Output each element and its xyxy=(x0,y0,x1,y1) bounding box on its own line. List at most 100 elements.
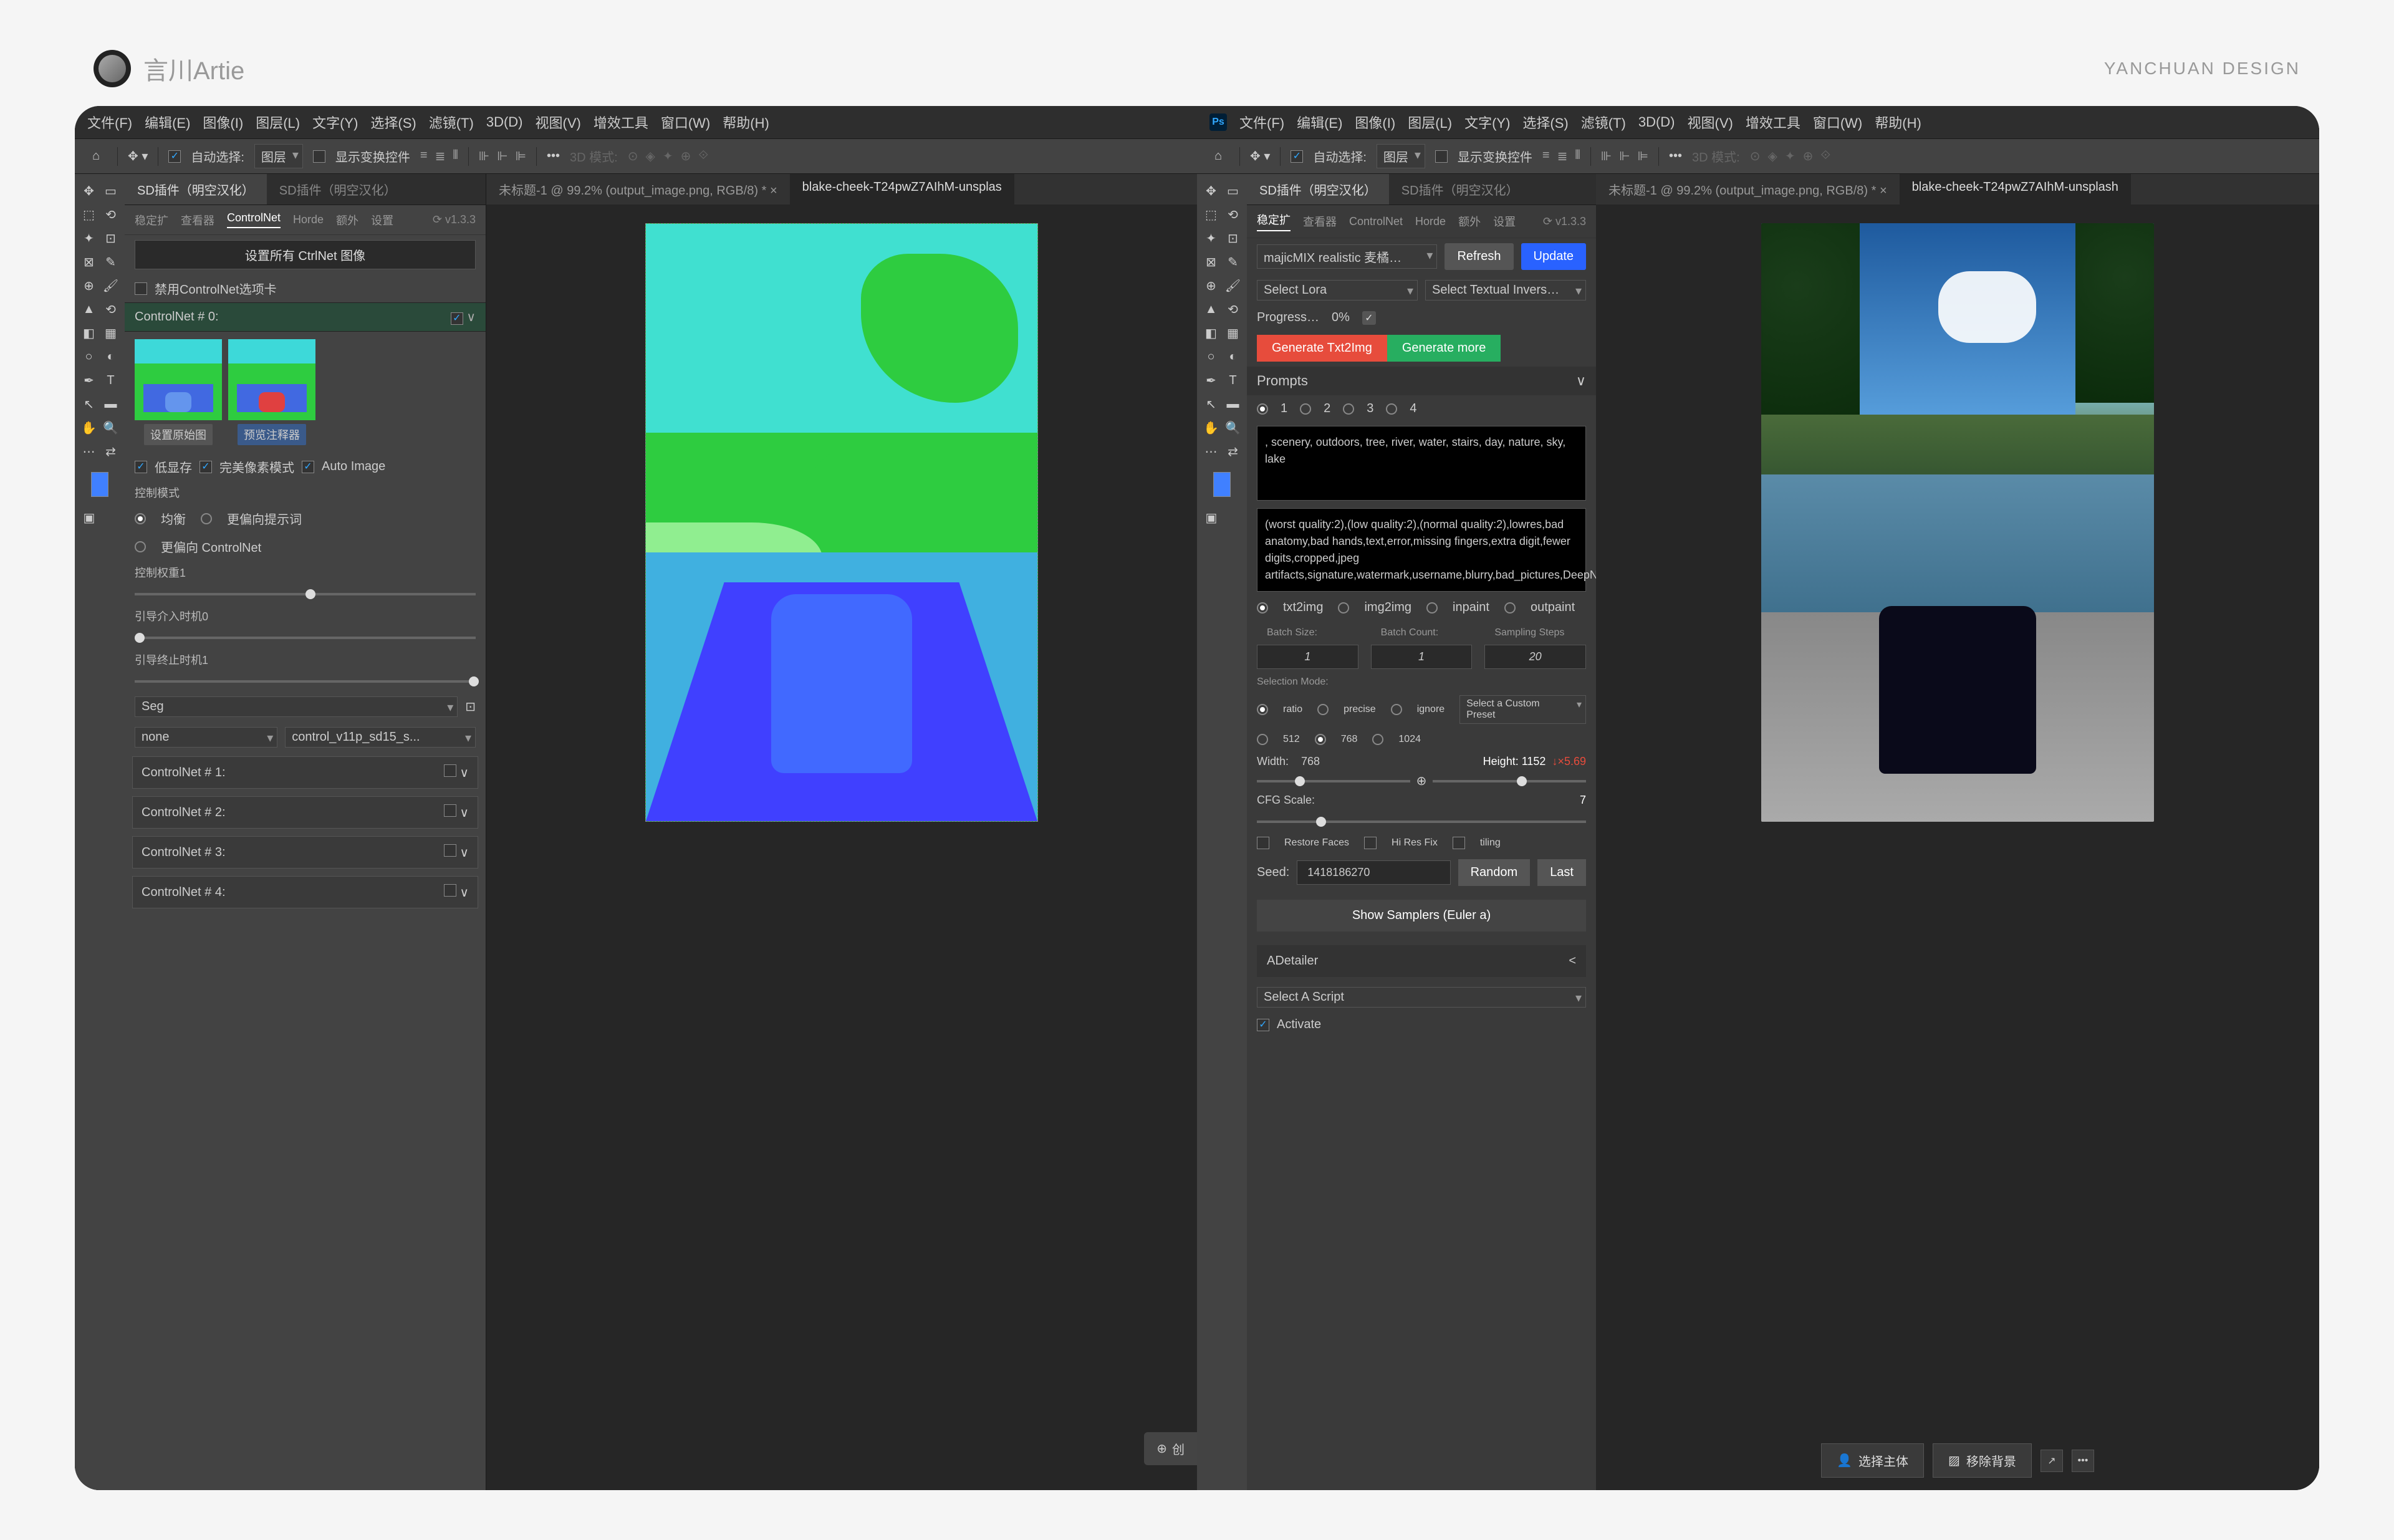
share-icon[interactable]: ↗ xyxy=(2041,1450,2063,1472)
show-transform-checkbox[interactable] xyxy=(1435,150,1448,163)
eyedropper-tool-icon[interactable]: ✎ xyxy=(1223,251,1243,272)
menu-file[interactable]: 文件(F) xyxy=(87,112,132,132)
set-all-ctrlnet-button[interactable]: 设置所有 CtrlNet 图像 xyxy=(135,240,476,269)
negative-prompt-input[interactable]: (worst quality:2),(low quality:2),(norma… xyxy=(1257,508,1586,592)
inpaint-radio[interactable] xyxy=(1426,602,1438,614)
generate-txt2img-button[interactable]: Generate Txt2Img xyxy=(1257,335,1387,362)
more-icon[interactable]: ••• xyxy=(2072,1450,2094,1472)
menu-plugins[interactable]: 增效工具 xyxy=(1746,112,1800,132)
cn4-item[interactable]: ControlNet # 4: ∨ xyxy=(132,876,478,908)
artboard-tool-icon[interactable]: ▭ xyxy=(100,180,121,201)
menu-window[interactable]: 窗口(W) xyxy=(1813,112,1862,132)
brush-tool-icon[interactable]: 🖌 xyxy=(100,275,121,296)
ellipsis-icon[interactable]: ⋯ xyxy=(79,441,99,462)
align-icon[interactable]: ≡ xyxy=(420,148,428,164)
align-icon[interactable]: ≣ xyxy=(435,148,446,164)
menu-help[interactable]: 帮助(H) xyxy=(1875,112,1921,132)
dodge-tool-icon[interactable]: ◐ xyxy=(100,346,121,367)
menu-type[interactable]: 文字(Y) xyxy=(1464,112,1510,132)
cn0-enable-checkbox[interactable] xyxy=(451,312,463,325)
menu-filter[interactable]: 滤镜(T) xyxy=(1581,112,1626,132)
cn1-item[interactable]: ControlNet # 1: ∨ xyxy=(132,756,478,789)
subtab-viewer[interactable]: 查看器 xyxy=(181,212,214,228)
lasso-tool-icon[interactable]: ⟲ xyxy=(1223,204,1243,225)
align-icon[interactable]: ⫴ xyxy=(1575,148,1580,164)
more-icon[interactable]: ••• xyxy=(1669,149,1682,163)
menu-type[interactable]: 文字(Y) xyxy=(312,112,358,132)
move-tool-icon[interactable]: ✥ ▾ xyxy=(1250,148,1270,164)
align-icon[interactable]: ≡ xyxy=(1542,148,1550,164)
frame-tool-icon[interactable]: ⊠ xyxy=(1201,251,1221,272)
doc-tab-1[interactable]: 未标题-1 @ 99.2% (output_image.png, RGB/8) … xyxy=(486,174,790,205)
mode-prompt-radio[interactable] xyxy=(201,513,212,524)
ignore-radio[interactable] xyxy=(1391,704,1402,715)
custom-preset-select[interactable]: Select a Custom Preset xyxy=(1459,695,1586,724)
zoom-tool-icon[interactable]: 🔍 xyxy=(1223,417,1243,438)
crop-tool-icon[interactable]: ⊡ xyxy=(100,228,121,249)
home-icon[interactable]: ⌂ xyxy=(1207,145,1229,168)
seed-input[interactable]: 1418186270 xyxy=(1297,860,1450,885)
menu-layer[interactable]: 图层(L) xyxy=(1408,112,1452,132)
menu-select[interactable]: 选择(S) xyxy=(370,112,416,132)
layer-select[interactable]: 图层 xyxy=(1377,144,1425,168)
plugin-tab-2[interactable]: SD插件（明空汉化） xyxy=(1389,174,1531,205)
menu-edit[interactable]: 编辑(E) xyxy=(145,112,190,132)
steps-input[interactable]: 20 xyxy=(1484,645,1586,669)
hires-fix-checkbox[interactable] xyxy=(1364,837,1377,849)
plugin-tab-1[interactable]: SD插件（明空汉化） xyxy=(125,174,267,205)
menu-filter[interactable]: 滤镜(T) xyxy=(429,112,474,132)
gradient-tool-icon[interactable]: ▦ xyxy=(1223,322,1243,344)
frame-tool-icon[interactable]: ⊠ xyxy=(79,251,99,272)
stamp-tool-icon[interactable]: ▲ xyxy=(1201,299,1221,320)
model-select[interactable]: majicMIX realistic 麦橘… xyxy=(1257,244,1437,269)
prompt-slot-1[interactable] xyxy=(1257,403,1268,415)
low-vram-checkbox[interactable] xyxy=(135,461,147,473)
auto-image-checkbox[interactable] xyxy=(302,461,314,473)
pen-tool-icon[interactable]: ✒ xyxy=(79,370,99,391)
doc-tab-2[interactable]: blake-cheek-T24pwZ7AIhM-unsplash xyxy=(1900,174,2131,205)
menu-select[interactable]: 选择(S) xyxy=(1522,112,1568,132)
move-tool-icon[interactable]: ✥ xyxy=(1201,180,1221,201)
history-brush-icon[interactable]: ⟲ xyxy=(1223,299,1243,320)
marquee-tool-icon[interactable]: ⬚ xyxy=(79,204,99,225)
script-select[interactable]: Select A Script xyxy=(1257,987,1586,1008)
healing-tool-icon[interactable]: ⊕ xyxy=(79,275,99,296)
edit-toolbar-icon[interactable]: ⇄ xyxy=(1223,441,1243,462)
menu-file[interactable]: 文件(F) xyxy=(1239,112,1284,132)
path-tool-icon[interactable]: ↖ xyxy=(1201,393,1221,415)
preprocessor2-select[interactable]: none xyxy=(135,727,277,748)
txt2img-radio[interactable] xyxy=(1257,602,1268,614)
quickmask-icon[interactable]: ▣ xyxy=(1201,507,1222,528)
menu-image[interactable]: 图像(I) xyxy=(1355,112,1395,132)
img2img-radio[interactable] xyxy=(1338,602,1349,614)
preprocessor-select[interactable]: Seg xyxy=(135,696,458,717)
path-tool-icon[interactable]: ↖ xyxy=(79,393,99,415)
subtab-horde[interactable]: Horde xyxy=(293,213,324,226)
gradient-tool-icon[interactable]: ▦ xyxy=(100,322,121,344)
menu-view[interactable]: 视图(V) xyxy=(1688,112,1733,132)
tiling-checkbox[interactable] xyxy=(1453,837,1465,849)
subtab-viewer[interactable]: 查看器 xyxy=(1303,213,1337,229)
shape-tool-icon[interactable]: ▬ xyxy=(100,393,121,415)
res-512-radio[interactable] xyxy=(1257,734,1268,745)
doc-tab-2[interactable]: blake-cheek-T24pwZ7AIhM-unsplas xyxy=(790,174,1014,205)
eraser-tool-icon[interactable]: ◧ xyxy=(79,322,99,344)
home-icon[interactable]: ⌂ xyxy=(85,145,107,168)
stamp-tool-icon[interactable]: ▲ xyxy=(79,299,99,320)
subtab-controlnet[interactable]: ControlNet xyxy=(227,211,281,228)
distribute-icon[interactable]: ⊫ xyxy=(516,148,526,164)
select-subject-button[interactable]: 👤 选择主体 xyxy=(1821,1443,1924,1478)
brush-tool-icon[interactable]: 🖌 xyxy=(1223,275,1243,296)
eraser-tool-icon[interactable]: ◧ xyxy=(1201,322,1221,344)
preprocess-run-icon[interactable]: ⊡ xyxy=(465,699,476,715)
distribute-icon[interactable]: ⊪ xyxy=(479,148,489,164)
create-button[interactable]: ⊕ 创 xyxy=(1144,1432,1197,1465)
activate-checkbox[interactable] xyxy=(1257,1019,1269,1031)
doc-tab-1[interactable]: 未标题-1 @ 99.2% (output_image.png, RGB/8) … xyxy=(1596,174,1900,205)
chevron-down-icon[interactable]: ∨ xyxy=(1576,373,1586,389)
subtab-horde[interactable]: Horde xyxy=(1415,215,1446,228)
move-tool-icon[interactable]: ✥ ▾ xyxy=(128,148,148,164)
foreground-color[interactable] xyxy=(1213,472,1231,497)
eyedropper-tool-icon[interactable]: ✎ xyxy=(100,251,121,272)
menu-view[interactable]: 视图(V) xyxy=(536,112,581,132)
